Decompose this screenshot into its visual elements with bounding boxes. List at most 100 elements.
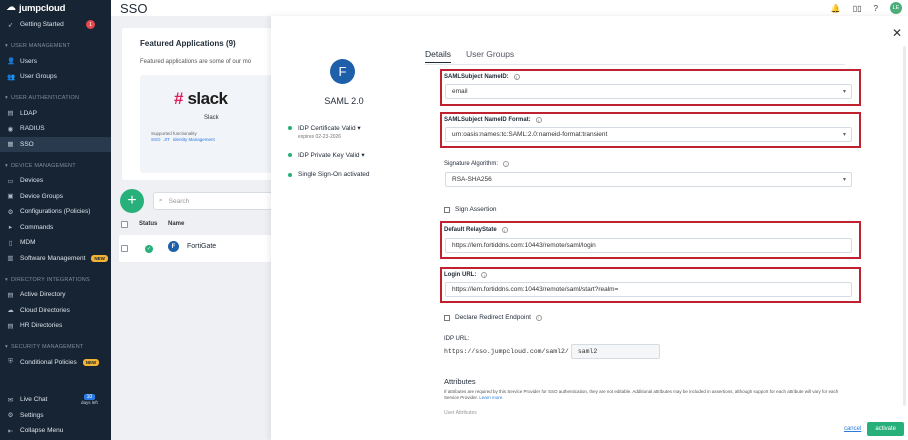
sidebar-item-configurations[interactable]: ⚙ Configurations (Policies) bbox=[0, 204, 111, 220]
featured-title: Featured Applications (9) bbox=[140, 39, 236, 48]
app-card-supported: Supported functionality bbox=[151, 131, 197, 136]
sidebar-item-software-management[interactable]: ▥ Software Management NEW bbox=[0, 251, 111, 267]
status-dot-icon bbox=[288, 153, 292, 157]
sso-activated-status: Single Sign-On activated bbox=[288, 171, 370, 178]
idp-private-key-status[interactable]: IDP Private Key Valid ▾ bbox=[288, 151, 365, 159]
sidebar-item-ldap[interactable]: ▤ LDAP bbox=[0, 106, 111, 122]
select-all-checkbox[interactable] bbox=[121, 221, 128, 228]
idp-url-label: IDP URL: bbox=[444, 336, 470, 342]
sidebar-item-hr-directories[interactable]: ▤ HR Directories bbox=[0, 318, 111, 334]
sidebar-item-users[interactable]: 👤 Users bbox=[0, 54, 111, 70]
sidebar-item-active-directory[interactable]: ▤ Active Directory bbox=[0, 287, 111, 303]
shield-icon: ⛨ bbox=[8, 358, 13, 366]
help-icon[interactable]: ? bbox=[874, 4, 878, 13]
row-checkbox[interactable] bbox=[121, 245, 128, 252]
info-icon: i bbox=[503, 161, 510, 167]
topbar: SSO 🔔 ▯▯ ? LE bbox=[111, 0, 908, 16]
sidebar-item-mdm[interactable]: ▯ MDM bbox=[0, 235, 111, 251]
featured-applications-card: Featured Applications (9) Featured appli… bbox=[122, 28, 282, 180]
chat-icon: ✉ bbox=[7, 396, 14, 404]
users-icon: 👥 bbox=[7, 73, 16, 81]
sidebar-item-conditional-policies[interactable]: ⛨ Conditional Policies NEW bbox=[0, 355, 111, 371]
learn-more-link[interactable]: Learn more. bbox=[479, 395, 503, 400]
sidebar-item-sso[interactable]: ▦ SSO bbox=[0, 136, 111, 152]
sidebar-item-settings[interactable]: ⚙ Settings bbox=[0, 408, 111, 424]
collapse-icon: ⇤ bbox=[7, 427, 14, 435]
status-check-icon: ✓ bbox=[145, 245, 153, 253]
jumpcloud-cloud-icon: ☁ bbox=[6, 2, 16, 13]
chevron-down-icon: ▾ bbox=[357, 125, 361, 132]
book-icon[interactable]: ▯▯ bbox=[853, 4, 862, 13]
nameid-format-label: SAMLSubject NameID Format: i bbox=[444, 117, 542, 123]
declare-redirect-checkbox[interactable] bbox=[444, 314, 450, 321]
device-group-icon: ▣ bbox=[7, 193, 14, 201]
table-row[interactable]: ✓ F FortiGate bbox=[119, 235, 282, 262]
attributes-title: Attributes bbox=[444, 377, 476, 386]
idp-url-input[interactable]: saml2 bbox=[570, 344, 660, 359]
sidebar-item-label: Getting Started bbox=[20, 21, 64, 29]
sidebar-item-device-groups[interactable]: ▣ Device Groups bbox=[0, 189, 111, 205]
section-device-management: ▾ DEVICE MANAGEMENT bbox=[5, 162, 76, 169]
hr-icon: ▤ bbox=[7, 322, 14, 330]
app-config-panel: ✕ F SAML 2.0 IDP Certificate Valid ▾ exp… bbox=[271, 16, 908, 440]
info-icon: i bbox=[501, 227, 508, 233]
nameid-format-select[interactable]: urn:oasis:names:tc:SAML:2.0:nameid-forma… bbox=[445, 127, 852, 142]
close-icon[interactable]: ✕ bbox=[892, 26, 902, 40]
app-card-name: Slack bbox=[204, 115, 219, 121]
app-name: SAML 2.0 bbox=[324, 96, 364, 106]
sidebar-item-radius[interactable]: ◉ RADIUS bbox=[0, 121, 111, 137]
slack-app-card[interactable]: # slack Slack Supported functionality SS… bbox=[140, 75, 280, 173]
sidebar-item-cloud-directories[interactable]: ☁ Cloud Directories bbox=[0, 303, 111, 319]
status-dot-icon bbox=[288, 173, 292, 177]
trial-days-badge: 10 days left bbox=[81, 394, 98, 406]
terminal-icon: ▸ bbox=[8, 224, 13, 232]
section-directory-integrations: ▾ DIRECTORY INTEGRATIONS bbox=[5, 276, 90, 283]
signature-algorithm-select[interactable]: RSA-SHA256 bbox=[445, 172, 852, 187]
chevron-down-icon: ▾ bbox=[5, 344, 8, 350]
user-attributes-label: User Attributes bbox=[444, 410, 477, 416]
notification-badge: 1 bbox=[86, 20, 95, 30]
declare-redirect-row[interactable]: Declare Redirect Endpoint i bbox=[444, 314, 542, 321]
relaystate-label: Default RelayState i bbox=[444, 227, 508, 233]
attributes-description: If attributes are required by this Servi… bbox=[444, 389, 839, 401]
avatar[interactable]: LE bbox=[890, 2, 902, 14]
idp-certificate-status[interactable]: IDP Certificate Valid ▾ expires 02-23-20… bbox=[288, 124, 361, 140]
sidebar-item-live-chat[interactable]: ✉ Live Chat 10 days left bbox=[0, 392, 111, 408]
section-security-management: ▾ SECURITY MANAGEMENT bbox=[5, 344, 84, 350]
row-app-name: FortiGate bbox=[187, 243, 217, 250]
slack-hash-icon: # bbox=[174, 89, 184, 108]
activate-button[interactable]: activate bbox=[867, 422, 904, 436]
scrollbar[interactable] bbox=[903, 46, 906, 406]
relaystate-input[interactable]: https://lem.fortiddns.com:10443/remote/s… bbox=[445, 238, 852, 253]
login-url-label: Login URL: i bbox=[444, 272, 488, 278]
sidebar-item-user-groups[interactable]: 👥 User Groups bbox=[0, 69, 111, 85]
brand-logo[interactable]: ☁ jumpcloud bbox=[0, 0, 111, 17]
cancel-button[interactable]: cancel bbox=[844, 426, 861, 432]
table-header: Status Name bbox=[119, 220, 282, 230]
brand-name: jumpcloud bbox=[19, 2, 66, 14]
sidebar-item-commands[interactable]: ▸ Commands bbox=[0, 220, 111, 236]
tab-user-groups[interactable]: User Groups bbox=[466, 49, 514, 63]
search-input[interactable]: ⌕ Search bbox=[153, 192, 282, 210]
sidebar-item-devices[interactable]: ▭ Devices bbox=[0, 173, 111, 189]
sidebar-item-getting-started[interactable]: ➶ Getting Started 1 bbox=[0, 17, 111, 33]
tab-details[interactable]: Details bbox=[425, 49, 451, 63]
slack-logo: # slack bbox=[174, 89, 228, 108]
add-application-button[interactable]: + bbox=[120, 189, 144, 213]
chevron-down-icon: ▾ bbox=[361, 152, 365, 159]
phone-icon: ▯ bbox=[8, 239, 13, 247]
section-user-management: ▾ USER MANAGEMENT bbox=[5, 43, 71, 49]
sign-assertion-checkbox[interactable] bbox=[444, 206, 450, 213]
panel-tabs: Details User Groups bbox=[425, 49, 514, 63]
sidebar-item-collapse-menu[interactable]: ⇤ Collapse Menu bbox=[0, 423, 111, 439]
software-icon: ▥ bbox=[7, 255, 14, 263]
user-icon: 👤 bbox=[7, 58, 16, 66]
bell-icon[interactable]: 🔔 bbox=[831, 4, 841, 13]
new-badge: NEW bbox=[82, 358, 100, 366]
panel-footer: cancel activate bbox=[844, 422, 904, 436]
login-url-input[interactable]: https://lem.fortiddns.com:10443/remote/s… bbox=[445, 282, 852, 297]
sign-assertion-row[interactable]: Sign Assertion bbox=[444, 206, 497, 213]
rocket-icon: ➶ bbox=[7, 21, 14, 29]
nameid-select[interactable]: email bbox=[445, 84, 852, 99]
sso-grid-icon: ▦ bbox=[7, 141, 14, 149]
